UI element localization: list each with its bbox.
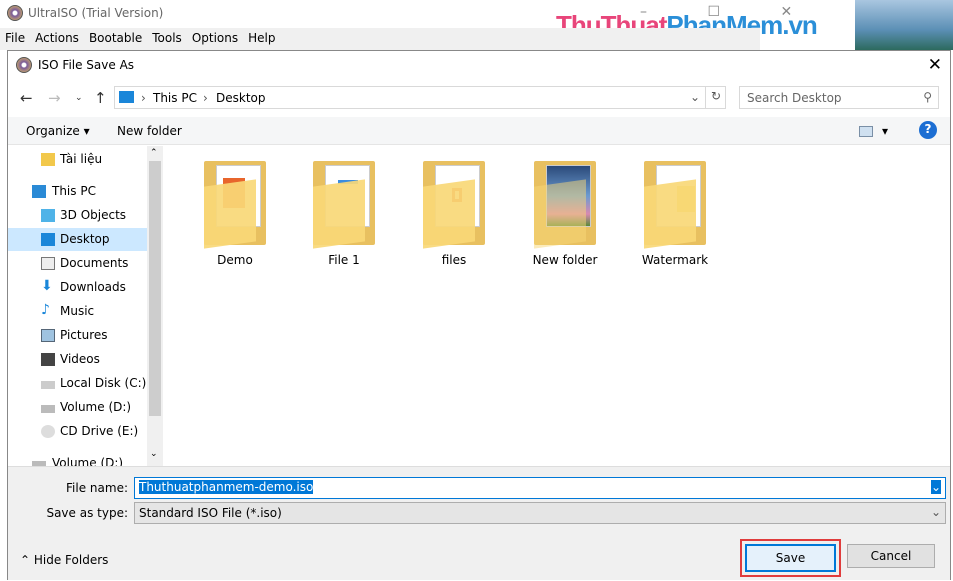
background-image	[855, 0, 953, 50]
search-input[interactable]: Search Desktop ⚲	[739, 86, 939, 109]
folder-icon	[423, 161, 485, 249]
folder-new-folder[interactable]: New folder	[515, 161, 615, 267]
sidebar-item-desktop[interactable]: Desktop	[8, 228, 147, 251]
address-dropdown-icon[interactable]: ⌄	[690, 90, 700, 104]
music-icon: ♪	[41, 302, 50, 318]
ultraiso-icon	[7, 5, 23, 21]
file-name-input[interactable]: Thuthuatphanmem-demo.iso ⌄	[134, 477, 946, 499]
cd-drive-icon	[41, 425, 55, 438]
desktop-icon	[41, 233, 55, 246]
folder-files[interactable]: files	[404, 161, 504, 267]
organize-button[interactable]: Organize ▾	[26, 124, 90, 138]
folder-file-1[interactable]: File 1	[294, 161, 394, 267]
menu-file[interactable]: File	[0, 28, 30, 45]
menu-bootable[interactable]: Bootable	[84, 28, 147, 45]
save-as-type-label: Save as type:	[46, 506, 128, 520]
app-title: UltraISO (Trial Version)	[28, 6, 164, 20]
scroll-down-icon[interactable]: ⌄	[150, 449, 158, 459]
computer-icon	[32, 185, 46, 198]
save-highlight: Save	[740, 539, 841, 577]
sidebar-item-downloads[interactable]: ⬇ Downloads	[8, 276, 147, 299]
scroll-up-icon[interactable]: ⌃	[150, 148, 158, 158]
view-dropdown-icon[interactable]: ▾	[882, 124, 888, 138]
up-arrow-icon[interactable]: ↑	[94, 89, 107, 107]
folder-icon	[534, 161, 596, 249]
film-icon	[41, 353, 55, 366]
dialog-titlebar: ISO File Save As ✕	[8, 51, 950, 79]
ultraiso-icon	[16, 57, 32, 73]
sidebar-item-volume-d[interactable]: Volume (D:)	[8, 396, 147, 419]
breadcrumb-this-pc[interactable]: This PC	[153, 91, 197, 105]
chevron-up-icon: ⌃	[20, 553, 34, 567]
folder-demo[interactable]: Demo	[185, 161, 285, 267]
sidebar-item-music[interactable]: ♪ Music	[8, 300, 147, 323]
scrollbar-thumb[interactable]	[149, 161, 161, 416]
sidebar-item-volume-d-2[interactable]: Volume (D:)	[8, 452, 147, 466]
drive-icon	[41, 381, 55, 389]
save-options-panel: File name: Thuthuatphanmem-demo.iso ⌄ Sav…	[8, 466, 950, 580]
cancel-button[interactable]: Cancel	[847, 544, 935, 568]
close-button[interactable]: ✕	[928, 55, 942, 75]
menu-options[interactable]: Options	[187, 28, 243, 45]
address-bar[interactable]: › This PC › Desktop ⌄ ↻	[114, 86, 726, 109]
menu-help[interactable]: Help	[243, 28, 280, 45]
toolbar: Organize ▾ New folder ▾ ?	[8, 117, 950, 145]
sidebar-item-this-pc[interactable]: This PC	[8, 180, 147, 203]
sidebar-item-local-disk-c[interactable]: Local Disk (C:)	[8, 372, 147, 395]
sidebar-item-videos[interactable]: Videos	[8, 348, 147, 371]
dialog-title: ISO File Save As	[38, 58, 135, 72]
folder-icon	[41, 153, 55, 166]
folder-icon	[644, 161, 706, 249]
view-options-icon[interactable]	[859, 126, 873, 137]
chevron-down-icon[interactable]: ⌄	[930, 480, 941, 494]
menu-actions[interactable]: Actions	[30, 28, 84, 45]
menu-tools[interactable]: Tools	[147, 28, 187, 45]
breadcrumb-desktop[interactable]: Desktop	[216, 91, 266, 105]
refresh-icon[interactable]: ↻	[705, 87, 726, 108]
help-icon[interactable]: ?	[919, 121, 937, 139]
save-button[interactable]: Save	[745, 544, 836, 572]
new-folder-button[interactable]: New folder	[117, 124, 182, 138]
cube-icon	[41, 209, 55, 222]
sidebar-item-tai-lieu[interactable]: Tài liệu	[8, 148, 147, 171]
navigation-bar: ← → ⌄ ↑ › This PC › Desktop ⌄ ↻ Search D…	[8, 81, 950, 115]
chevron-down-icon[interactable]: ⌄	[931, 505, 941, 519]
document-icon	[41, 257, 55, 270]
save-dialog: ISO File Save As ✕ ← → ⌄ ↑ › This PC › D…	[7, 50, 951, 580]
file-name-label: File name:	[66, 481, 128, 495]
hide-folders-button[interactable]: ⌃ Hide Folders	[20, 553, 108, 567]
folder-icon	[313, 161, 375, 249]
sidebar-item-pictures[interactable]: Pictures	[8, 324, 147, 347]
folder-icon	[204, 161, 266, 249]
save-as-type-select[interactable]: Standard ISO File (*.iso) ⌄	[134, 502, 946, 524]
navigation-pane: Tài liệu This PC 3D Objects Desktop Docu…	[8, 146, 163, 466]
drive-icon	[41, 405, 55, 413]
recent-chevron-icon[interactable]: ⌄	[75, 93, 83, 103]
back-arrow-icon[interactable]: ←	[20, 89, 33, 107]
folder-watermark[interactable]: Watermark	[625, 161, 725, 267]
this-pc-icon	[119, 91, 134, 103]
search-icon: ⚲	[923, 90, 932, 104]
download-icon: ⬇	[41, 278, 53, 294]
file-list: Demo File 1 files New folder Watermark	[164, 146, 950, 466]
menubar: File Actions Bootable Tools Options Help	[0, 28, 760, 50]
pictures-icon	[41, 329, 55, 342]
sidebar-item-cd-drive-e[interactable]: CD Drive (E:)	[8, 420, 147, 443]
sidebar-item-documents[interactable]: Documents	[8, 252, 147, 275]
sidebar-item-3d-objects[interactable]: 3D Objects	[8, 204, 147, 227]
forward-arrow-icon[interactable]: →	[48, 89, 61, 107]
